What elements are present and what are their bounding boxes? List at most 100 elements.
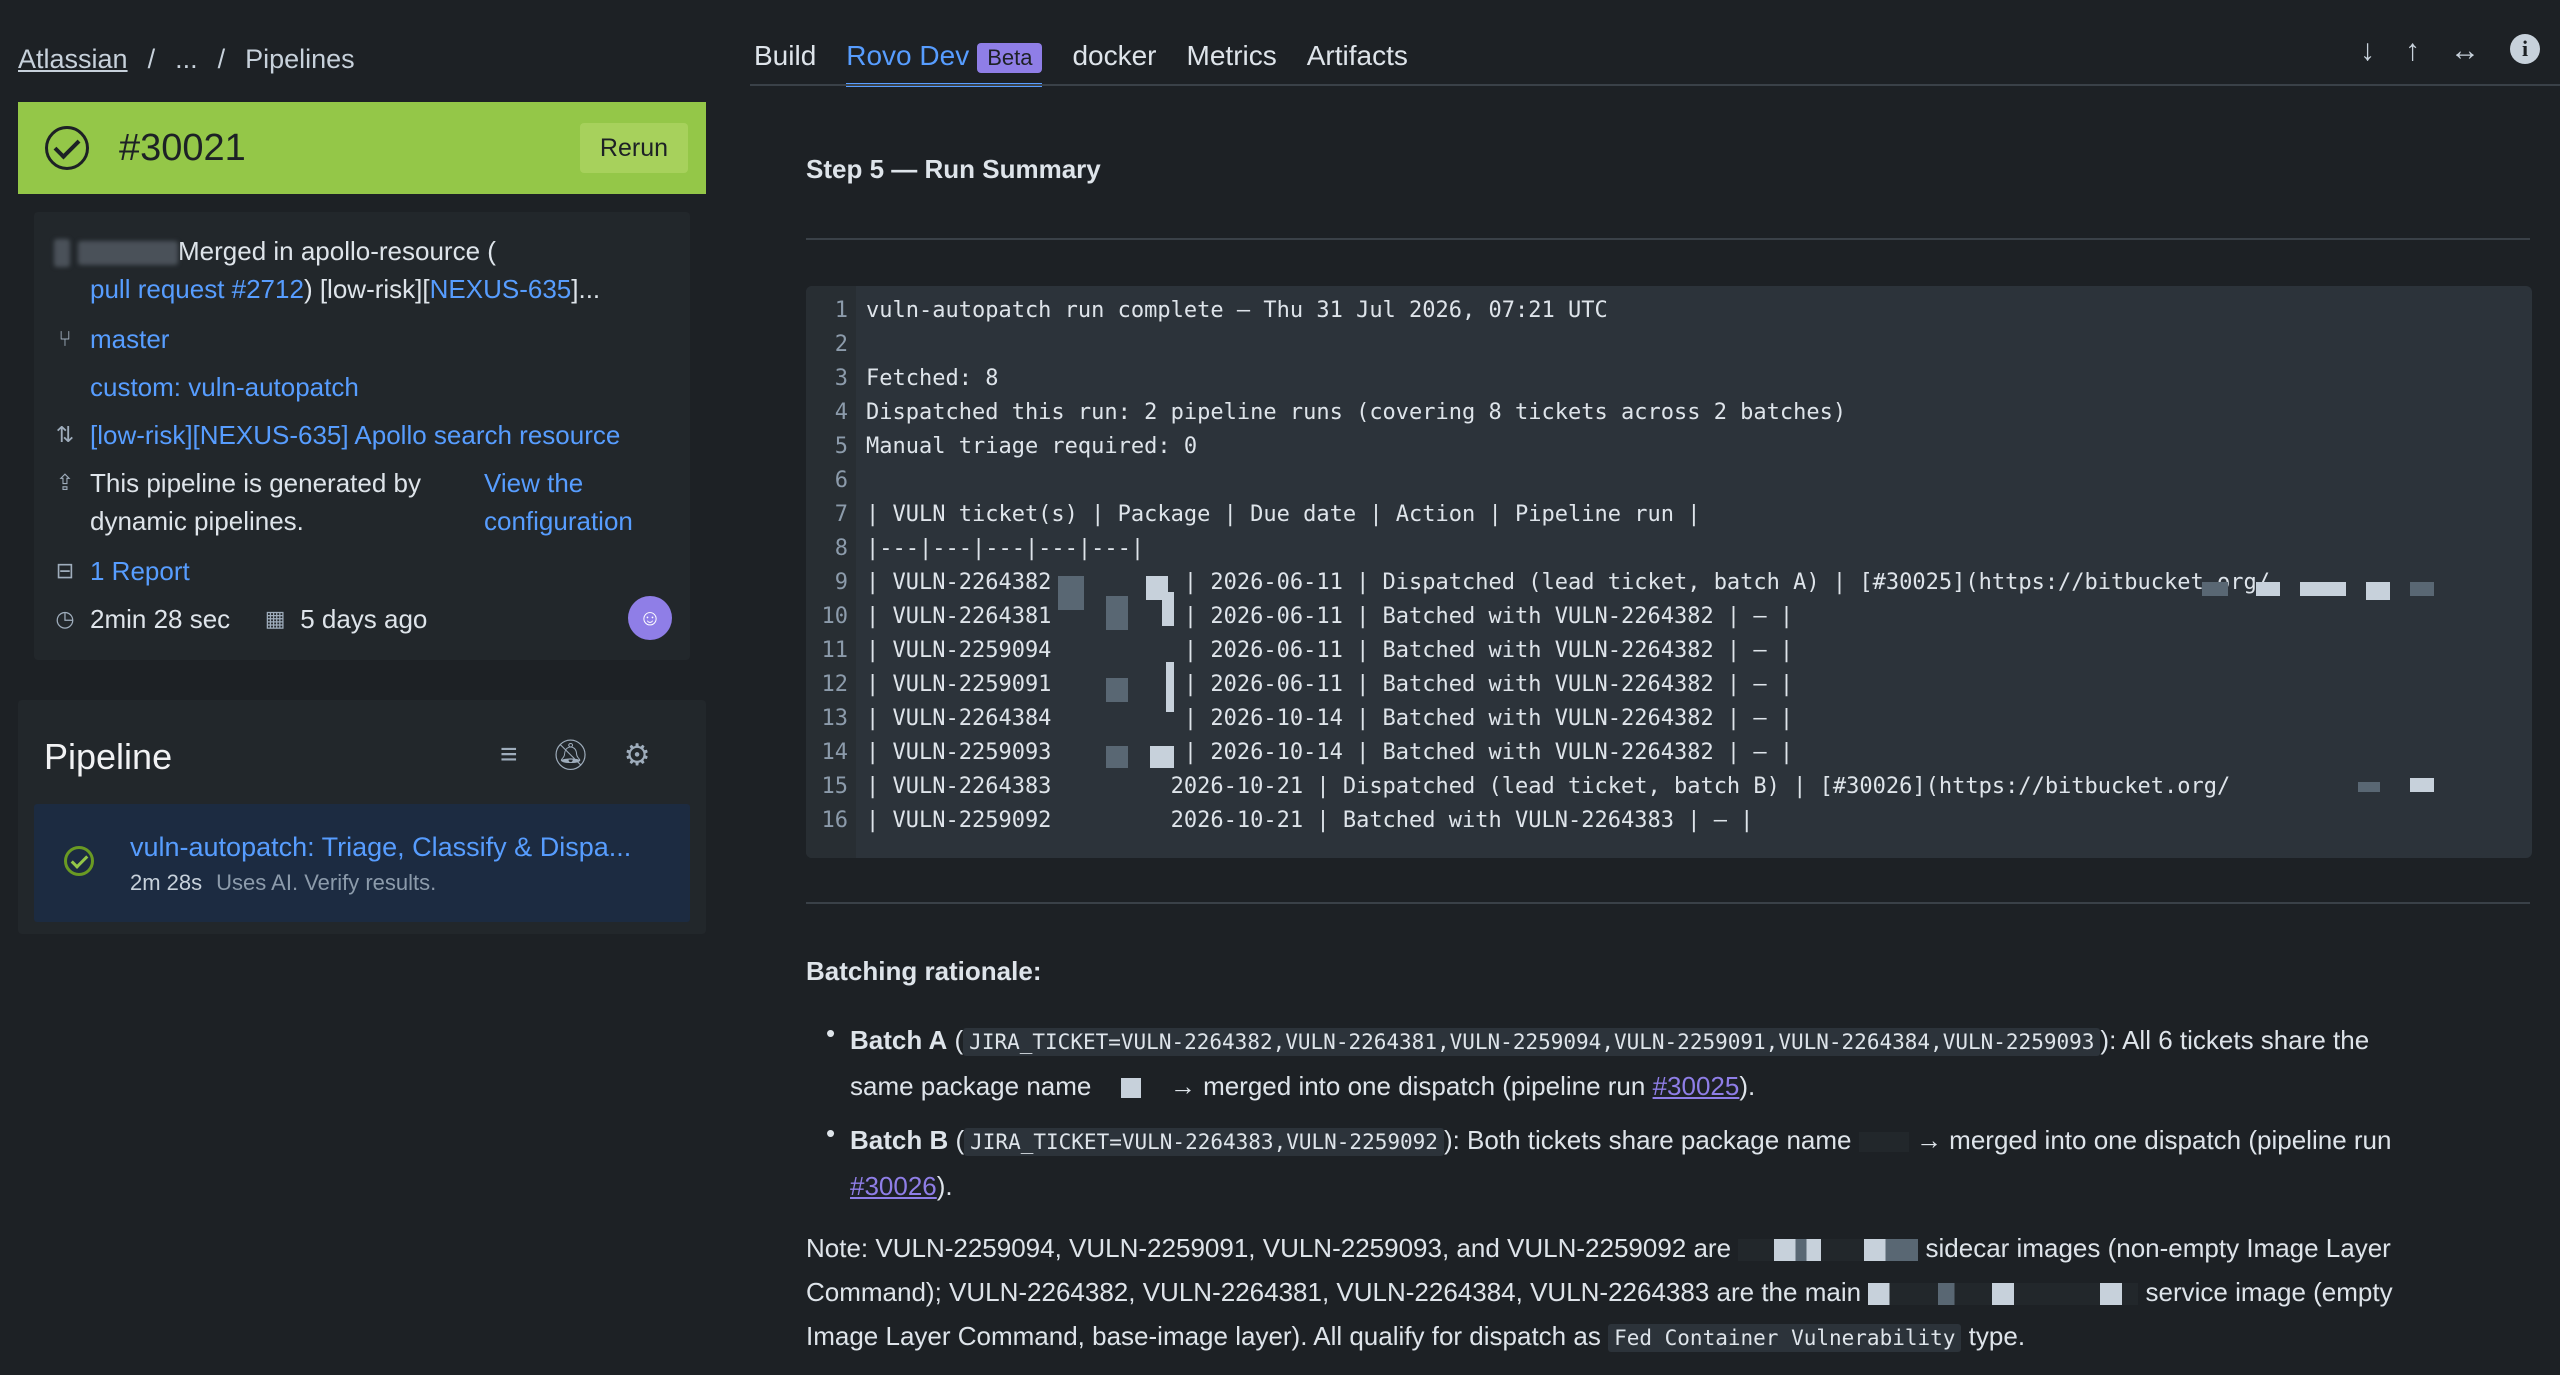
line-number: 8 <box>834 536 848 561</box>
code-line: 11 | VULN-2259094 | 2026-06-11 | Batched … <box>806 634 1794 668</box>
code-line: 16 | VULN-2259092 2026-10-21 | Batched wi… <box>806 804 1754 838</box>
upload-icon: ⇪ <box>55 470 75 495</box>
pipeline-run-link-30025[interactable]: #30025 <box>1653 1071 1740 1101</box>
report-row: ⊟ 1 Report <box>54 552 190 590</box>
code-line-text: | VULN-2264384 | 2026-10-14 | Batched wi… <box>866 706 1794 731</box>
pipeline-step-item[interactable]: vuln-autopatch: Triage, Classify & Dispa… <box>34 804 690 922</box>
line-number: 5 <box>834 434 848 459</box>
bot-avatar[interactable]: ☺ <box>628 596 672 640</box>
divider <box>806 902 2530 904</box>
code-line: 8 |---|---|---|---|---| <box>806 532 1144 566</box>
batch-b-paragraph: Batch B (JIRA_TICKET=VULN-2264383,VULN-2… <box>850 1125 2392 1201</box>
commit-text: Merged in apollo-resource ( <box>178 236 496 266</box>
code-line-text: Fetched: 8 <box>866 366 999 391</box>
pipeline-run-link-30026[interactable]: #30026 <box>850 1171 937 1201</box>
custom-row: custom: vuln-autopatch <box>90 368 359 406</box>
code-line-text: | VULN ticket(s) | Package | Due date | … <box>866 502 1701 527</box>
batch-a-label: Batch A <box>850 1025 948 1055</box>
breadcrumb-atlassian[interactable]: Atlassian <box>18 44 128 75</box>
build-status-bar: #30021 Rerun <box>18 102 706 194</box>
pipeline-step-duration: 2m 28s <box>130 870 203 895</box>
generated-text: This pipeline is generated by dynamic pi… <box>90 468 421 536</box>
code-line: 5 Manual triage required: 0 <box>806 430 1197 464</box>
arrow-up-icon[interactable]: ↑ <box>2405 34 2420 68</box>
success-check-icon <box>64 846 94 876</box>
line-number: 3 <box>834 366 848 391</box>
pipeline-title: Pipeline <box>44 736 173 777</box>
line-number: 6 <box>834 468 848 493</box>
info-icon[interactable]: i <box>2510 34 2540 64</box>
code-line-text: | VULN-2259094 | 2026-06-11 | Batched wi… <box>866 638 1794 663</box>
code-line: 15 | VULN-2264383 2026-10-21 | Dispatched… <box>806 770 2231 804</box>
redacted-block <box>1150 746 1174 768</box>
tab-rovo-label: Rovo Dev <box>846 40 970 71</box>
batch-b-code: JIRA_TICKET=VULN-2264383,VULN-2259092 <box>964 1128 1444 1156</box>
duration-text: 2min 28 sec <box>90 604 231 634</box>
pr-row: ⇅ [low-risk][NEXUS-635] Apollo search re… <box>54 416 621 454</box>
batch-b-text: → merged into one dispatch (pipeline run <box>1915 1125 2392 1155</box>
code-line-text: | VULN-2264381 | 2026-06-11 | Batched wi… <box>866 604 1794 629</box>
code-line-text: | VULN-2259092 2026-10-21 | Batched with… <box>866 808 1754 833</box>
line-number: 15 <box>821 774 849 799</box>
branch-row: ⑂ master <box>54 320 169 358</box>
line-number: 10 <box>821 604 849 629</box>
breadcrumb-separator: / <box>217 44 226 74</box>
redacted-block <box>1166 662 1174 712</box>
code-line: 6 <box>806 464 866 498</box>
breadcrumb-ellipsis[interactable]: ... <box>175 44 198 75</box>
tab-artifacts[interactable]: Artifacts <box>1307 40 1408 73</box>
pull-request-link[interactable]: [low-risk][NEXUS-635] Apollo search reso… <box>90 416 620 454</box>
batch-b-label: Batch B <box>850 1125 949 1155</box>
line-number: 13 <box>821 706 849 731</box>
report-link[interactable]: 1 Report <box>90 552 190 590</box>
arrow-down-icon[interactable]: ↓ <box>2360 34 2375 68</box>
custom-pipeline-link[interactable]: custom: vuln-autopatch <box>90 368 359 406</box>
commit-text-rest: ) [low-risk][ <box>303 274 430 304</box>
expand-horizontal-icon[interactable]: ↔ <box>2450 34 2480 68</box>
code-line-text: | VULN-2259093 | 2026-10-14 | Batched wi… <box>866 740 1794 765</box>
pull-request-icon: ⇅ <box>55 422 75 447</box>
filter-icon[interactable]: ≡ <box>500 738 518 773</box>
commit-text-tail: ]... <box>571 274 601 304</box>
branch-link[interactable]: master <box>90 320 169 358</box>
gear-icon[interactable]: ⚙ <box>624 738 651 773</box>
rerun-button[interactable]: Rerun <box>579 123 688 173</box>
redacted-block <box>1106 678 1128 702</box>
code-line: 1 vuln-autopatch run complete — Thu 31 Ju… <box>806 294 1608 328</box>
redacted-block <box>1120 1078 1141 1099</box>
tab-metrics[interactable]: Metrics <box>1187 40 1277 73</box>
commit-ticket-link[interactable]: NEXUS-635 <box>430 274 572 304</box>
line-number: 12 <box>821 672 849 697</box>
tab-rovo-dev[interactable]: Rovo Dev Beta <box>846 40 1043 87</box>
pipeline-toolbar: ≡ 🔕︎ ⚙ <box>500 738 651 773</box>
bullet-dot: • <box>826 1018 836 1048</box>
commit-pr-link[interactable]: pull request #2712 <box>90 274 304 304</box>
bell-off-icon[interactable]: 🔕︎ <box>552 738 590 773</box>
breadcrumb-pipelines[interactable]: Pipelines <box>245 44 355 75</box>
tab-bar: Build Rovo Dev Beta docker Metrics Artifa… <box>754 40 1408 87</box>
redacted-block <box>2410 582 2434 596</box>
tab-build[interactable]: Build <box>754 40 816 73</box>
note-code: Fed Container Vulnerability <box>1608 1324 1962 1352</box>
batch-b-text: ). <box>936 1171 953 1201</box>
view-configuration-link[interactable]: View the configuration <box>484 464 664 540</box>
branch-icon: ⑂ <box>58 326 72 351</box>
redacted-block <box>1058 576 1084 610</box>
line-number: 1 <box>834 298 848 323</box>
redacted-block <box>1858 1132 1909 1153</box>
ago-text: 5 days ago <box>300 604 428 634</box>
clock-icon: ◷ <box>55 606 75 631</box>
code-line-text: |---|---|---|---|---| <box>866 536 1145 561</box>
bullet-dot: • <box>826 1118 836 1148</box>
pipeline-step-note: Uses AI. Verify results. <box>216 870 437 895</box>
tab-docker[interactable]: docker <box>1072 40 1156 73</box>
code-line-text: | VULN-2264383 2026-10-21 | Dispatched (… <box>866 774 2231 799</box>
rationale-title: Batching rationale: <box>806 956 1042 986</box>
note-text: sidecar images (non-empty Image Layer <box>1925 1233 2391 1263</box>
redacted-block <box>2256 582 2280 596</box>
redacted-block <box>1738 1239 1919 1262</box>
line-number: 16 <box>821 808 849 833</box>
code-line: 7 | VULN ticket(s) | Package | Due date |… <box>806 498 1701 532</box>
code-line: 13 | VULN-2264384 | 2026-10-14 | Batched … <box>806 702 1794 736</box>
breadcrumb-separator: / <box>147 44 156 74</box>
